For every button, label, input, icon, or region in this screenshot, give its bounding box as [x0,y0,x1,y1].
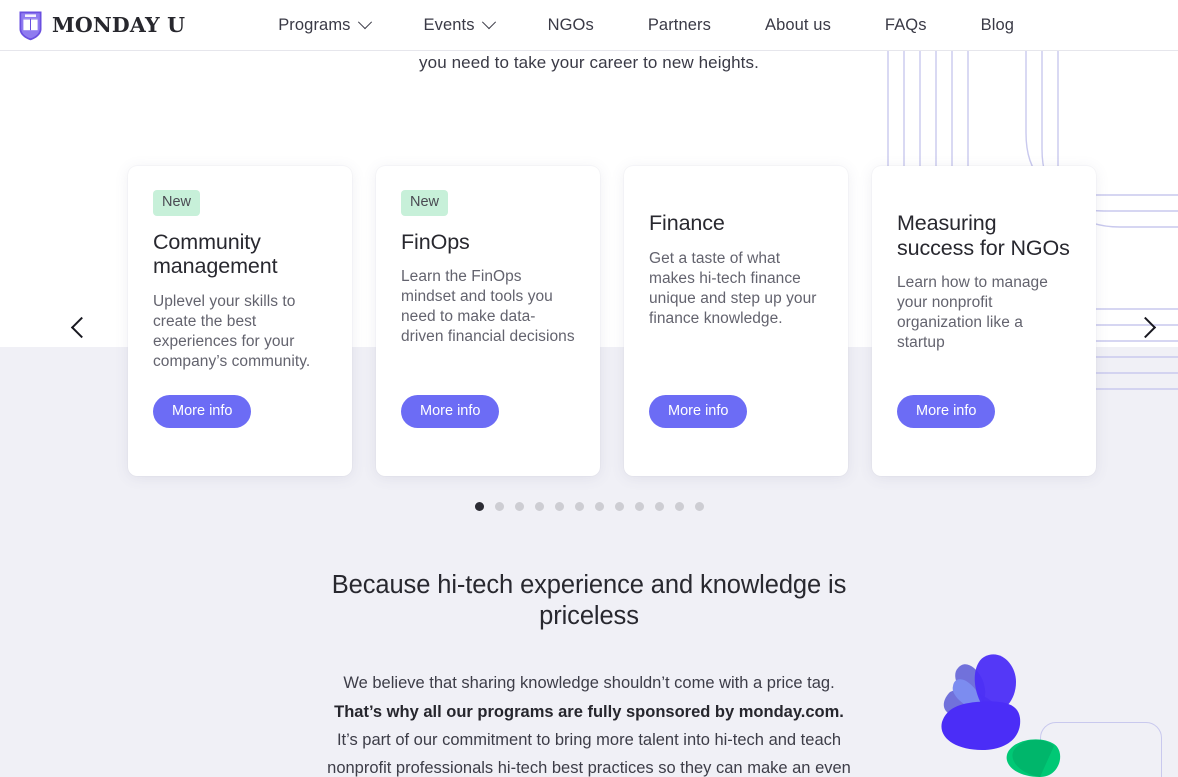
hero-subtitle-tail: you need to take your career to new heig… [419,53,759,72]
program-card[interactable]: New Community management Uplevel your sk… [128,166,352,476]
carousel-dot[interactable] [674,502,684,511]
card-description: Learn how to manage your nonprofit organ… [897,274,1048,352]
nav-item-about-us[interactable]: About us [738,16,858,35]
carousel-dot[interactable] [494,502,504,511]
nav-label: NGOs [547,15,594,34]
program-card[interactable]: Finance Get a taste of what makes hi-tec… [624,166,848,476]
section-heading: Because hi-tech experience and knowledge… [331,571,847,630]
nav-item-blog[interactable]: Blog [954,16,1041,35]
carousel-dot[interactable] [514,502,524,511]
carousel-pagination [0,502,1178,511]
logo-link[interactable]: MONDAY U [18,10,185,41]
more-info-button[interactable]: More info [897,394,996,428]
carousel-dot[interactable] [574,502,584,511]
carousel-dot[interactable] [634,502,644,511]
card-title: Finance [649,211,725,235]
more-info-button[interactable]: More info [401,394,500,428]
main-nav: Programs Events NGOs Partners About us F… [251,15,1041,35]
about-section: Because hi-tech experience and knowledge… [0,570,1178,777]
carousel-dot[interactable] [474,502,484,511]
nav-label: About us [764,15,831,34]
program-card[interactable]: New FinOps Learn the FinOps mindset and … [376,166,600,476]
carousel-dot[interactable] [554,502,564,511]
chevron-down-icon [357,15,372,30]
carousel-dot[interactable] [594,502,604,511]
status-badge: New [401,190,449,216]
nav-label: Events [423,15,475,34]
status-badge: New [153,190,201,216]
nav-item-faqs[interactable]: FAQs [858,16,954,35]
about-line-2-bold: That’s why all our programs are fully sp… [334,702,844,721]
about-body: We believe that sharing knowledge should… [319,669,859,777]
nav-label: Blog [980,15,1015,34]
card-description: Get a taste of what makes hi-tech financ… [649,249,817,327]
page-root: MONDAY U Programs Events NGOs Partners A… [0,0,1178,777]
more-info-button[interactable]: More info [153,394,252,428]
nav-label: Partners [647,15,711,34]
carousel-prev-button[interactable] [64,305,98,349]
logo-text: MONDAY U [52,13,186,37]
card-title: Measuring success for NGOs [897,211,1070,260]
nav-item-programs[interactable]: Programs [251,15,396,35]
about-line-3: It’s part of our commitment to bring mor… [327,730,851,777]
chevron-left-icon [70,316,92,338]
chevron-right-icon [1134,316,1156,338]
nav-item-events[interactable]: Events [397,15,521,35]
carousel-dot[interactable] [694,502,704,511]
nav-item-ngos[interactable]: NGOs [521,16,621,35]
carousel-next-button[interactable] [1128,305,1162,349]
chevron-down-icon [481,15,496,30]
about-line-1: We believe that sharing knowledge should… [343,674,835,693]
carousel-dot[interactable] [534,502,544,511]
nav-label: FAQs [884,15,927,34]
card-description: Uplevel your skills to create the best e… [153,292,311,370]
shield-crest-icon [19,11,42,40]
card-description: Learn the FinOps mindset and tools you n… [401,268,575,346]
more-info-button[interactable]: More info [649,394,748,428]
programs-carousel: New Community management Uplevel your sk… [0,166,1178,478]
nav-item-partners[interactable]: Partners [621,16,738,35]
carousel-dot[interactable] [614,502,624,511]
program-card[interactable]: Measuring success for NGOs Learn how to … [872,166,1096,476]
card-title: FinOps [401,229,470,254]
card-title: Community management [153,229,278,279]
nav-label: Programs [278,15,351,34]
site-header: MONDAY U Programs Events NGOs Partners A… [0,0,1178,51]
carousel-dot[interactable] [654,502,664,511]
